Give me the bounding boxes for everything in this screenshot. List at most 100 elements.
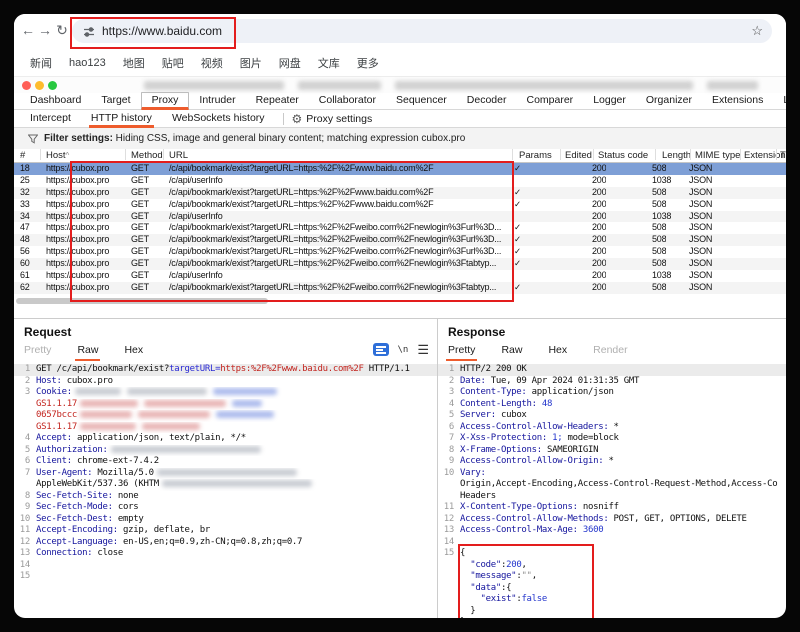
table-row[interactable]: 33https://cubox.proGET/c/api/bookmark/ex… <box>14 199 786 211</box>
code-text: Accept: <box>36 433 72 443</box>
reload-icon[interactable]: ↻ <box>54 20 70 40</box>
close-window-button[interactable] <box>22 81 31 90</box>
address-bar[interactable]: https://www.baidu.com ☆ <box>72 19 772 43</box>
column-header-url[interactable]: URL <box>169 149 188 162</box>
sub-tab-http-history[interactable]: HTTP history <box>81 111 162 126</box>
line-number: 12 <box>14 537 30 549</box>
bookmark-link[interactable]: 网盘 <box>279 55 301 71</box>
table-row[interactable]: 56https://cubox.proGET/c/api/bookmark/ex… <box>14 246 786 258</box>
main-tab-repeater[interactable]: Repeater <box>246 93 309 108</box>
line-number: 11 <box>438 502 454 514</box>
cell-url: /c/api/bookmark/exist?targetURL=https:%2… <box>169 199 510 211</box>
response-line: 5Server: cubox <box>438 410 786 422</box>
table-row[interactable]: 18https://cubox.proGET/c/api/bookmark/ex… <box>14 163 786 175</box>
sub-tab-websockets-history[interactable]: WebSockets history <box>162 111 275 126</box>
response-line: 1HTTP/2 200 OK <box>438 364 786 376</box>
column-header-host[interactable]: Host ^ <box>46 149 66 162</box>
table-row[interactable]: 60https://cubox.proGET/c/api/bookmark/ex… <box>14 258 786 270</box>
site-controls-icon[interactable] <box>83 25 95 43</box>
request-line: AppleWebKit/537.36 (KHTM <box>14 479 437 491</box>
cell-host: https://cubox.pro <box>46 222 109 234</box>
request-tab-hex[interactable]: Hex <box>124 343 143 359</box>
url-text[interactable]: https://www.baidu.com <box>102 19 222 43</box>
main-tab-collaborator[interactable]: Collaborator <box>309 93 386 108</box>
response-tab-pretty[interactable]: Pretty <box>448 343 475 359</box>
main-tab-comparer[interactable]: Comparer <box>517 93 584 108</box>
request-line: 15 <box>14 571 437 583</box>
bookmark-star-icon[interactable]: ☆ <box>751 19 763 43</box>
request-line: 6Client: chrome-ext-7.4.2 <box>14 456 437 468</box>
newline-toggle-icon[interactable]: \n <box>398 345 409 355</box>
main-tab-logger[interactable]: Logger <box>583 93 636 108</box>
filter-settings-bar[interactable]: Filter settings: Hiding CSS, image and g… <box>14 128 786 150</box>
history-table-header[interactable]: # Host ^ Method URL Params Edited Status code L… <box>14 149 786 163</box>
bookmark-link[interactable]: 视频 <box>201 55 223 71</box>
inspector-icon[interactable] <box>373 343 389 356</box>
cell-url: /c/api/bookmark/exist?targetURL=https:%2… <box>169 246 510 258</box>
zoom-window-button[interactable] <box>48 81 57 90</box>
main-tab-intruder[interactable]: Intruder <box>189 93 245 108</box>
table-row[interactable]: 47https://cubox.proGET/c/api/bookmark/ex… <box>14 222 786 234</box>
bookmark-link[interactable]: 图片 <box>240 55 262 71</box>
main-tab-proxy[interactable]: Proxy <box>141 92 190 110</box>
bookmark-link[interactable]: 文库 <box>318 55 340 71</box>
code-text: empty <box>113 514 144 524</box>
main-tab-target[interactable]: Target <box>91 93 140 108</box>
horizontal-scrollbar[interactable] <box>16 298 268 304</box>
back-icon[interactable]: ← <box>20 20 36 40</box>
column-header-method[interactable]: Method <box>131 149 163 162</box>
code-text: HTTP/1.1 <box>364 364 410 374</box>
cell-url: /c/api/bookmark/exist?targetURL=https:%2… <box>169 282 510 294</box>
table-row[interactable]: 25https://cubox.proGET/c/api/userInfo200… <box>14 175 786 187</box>
code-text: GS1.1.17 <box>36 422 77 432</box>
column-header-status-code[interactable]: Status code <box>598 149 648 162</box>
column-header-length[interactable]: Length <box>662 149 691 162</box>
table-row[interactable]: 48https://cubox.proGET/c/api/bookmark/ex… <box>14 234 786 246</box>
cell-method: GET <box>131 270 149 282</box>
bookmark-link[interactable]: hao123 <box>69 57 106 69</box>
gear-icon[interactable]: ⚙ <box>292 112 303 126</box>
column-header-params[interactable]: Params <box>519 149 552 162</box>
column-header-mime-type[interactable]: MIME type <box>695 149 740 162</box>
bookmark-link[interactable]: 地图 <box>123 55 145 71</box>
main-tab-dashboard[interactable]: Dashboard <box>20 93 91 108</box>
response-tab-hex[interactable]: Hex <box>548 343 567 359</box>
cell-host: https://cubox.pro <box>46 175 109 187</box>
request-tab-pretty[interactable]: Pretty <box>24 343 51 359</box>
bookmark-link[interactable]: 新闻 <box>30 55 52 71</box>
bookmark-link[interactable]: 更多 <box>357 55 379 71</box>
main-tab-sequencer[interactable]: Sequencer <box>386 93 457 108</box>
main-tab-extensions[interactable]: Extensions <box>702 93 773 108</box>
request-editor[interactable]: 1GET /c/api/bookmark/exist?targetURL=htt… <box>14 364 437 618</box>
table-row[interactable]: 34https://cubox.proGET/c/api/userInfo200… <box>14 211 786 223</box>
line-number: 11 <box>14 525 30 537</box>
response-line: } <box>438 606 786 618</box>
main-tab-learn[interactable]: Learn <box>773 93 786 108</box>
column-header-edited[interactable]: Edited <box>565 149 592 162</box>
response-line: 3Content-Type: application/json <box>438 387 786 399</box>
history-table-rows: 18https://cubox.proGET/c/api/bookmark/ex… <box>14 163 786 294</box>
response-tab-render[interactable]: Render <box>593 343 627 359</box>
cell-url: /c/api/userInfo <box>169 175 510 187</box>
proxy-settings-button[interactable]: Proxy settings <box>306 113 372 125</box>
column-header-t[interactable]: T <box>780 149 786 162</box>
code-text: SAMEORIGIN <box>542 445 598 455</box>
table-row[interactable]: 62https://cubox.proGET/c/api/bookmark/ex… <box>14 282 786 294</box>
bookmark-link[interactable]: 贴吧 <box>162 55 184 71</box>
line-number: 14 <box>14 560 30 572</box>
response-line: 15{ <box>438 548 786 560</box>
table-row[interactable]: 61https://cubox.proGET/c/api/userInfo200… <box>14 270 786 282</box>
forward-icon[interactable]: → <box>37 20 53 40</box>
response-tab-raw[interactable]: Raw <box>501 343 522 359</box>
code-text: Sec-Fetch-Mode: <box>36 502 113 512</box>
main-tab-organizer[interactable]: Organizer <box>636 93 702 108</box>
table-row[interactable]: 32https://cubox.proGET/c/api/bookmark/ex… <box>14 187 786 199</box>
editor-menu-icon[interactable]: ☰ <box>417 343 429 356</box>
request-tab-raw[interactable]: Raw <box>77 343 98 359</box>
main-tab-decoder[interactable]: Decoder <box>457 93 517 108</box>
sub-tab-intercept[interactable]: Intercept <box>20 111 81 126</box>
column-header-num[interactable]: # <box>20 149 25 162</box>
minimize-window-button[interactable] <box>35 81 44 90</box>
cell-mime: JSON <box>689 163 712 175</box>
response-editor[interactable]: 1HTTP/2 200 OK2Date: Tue, 09 Apr 2024 01… <box>438 364 786 618</box>
